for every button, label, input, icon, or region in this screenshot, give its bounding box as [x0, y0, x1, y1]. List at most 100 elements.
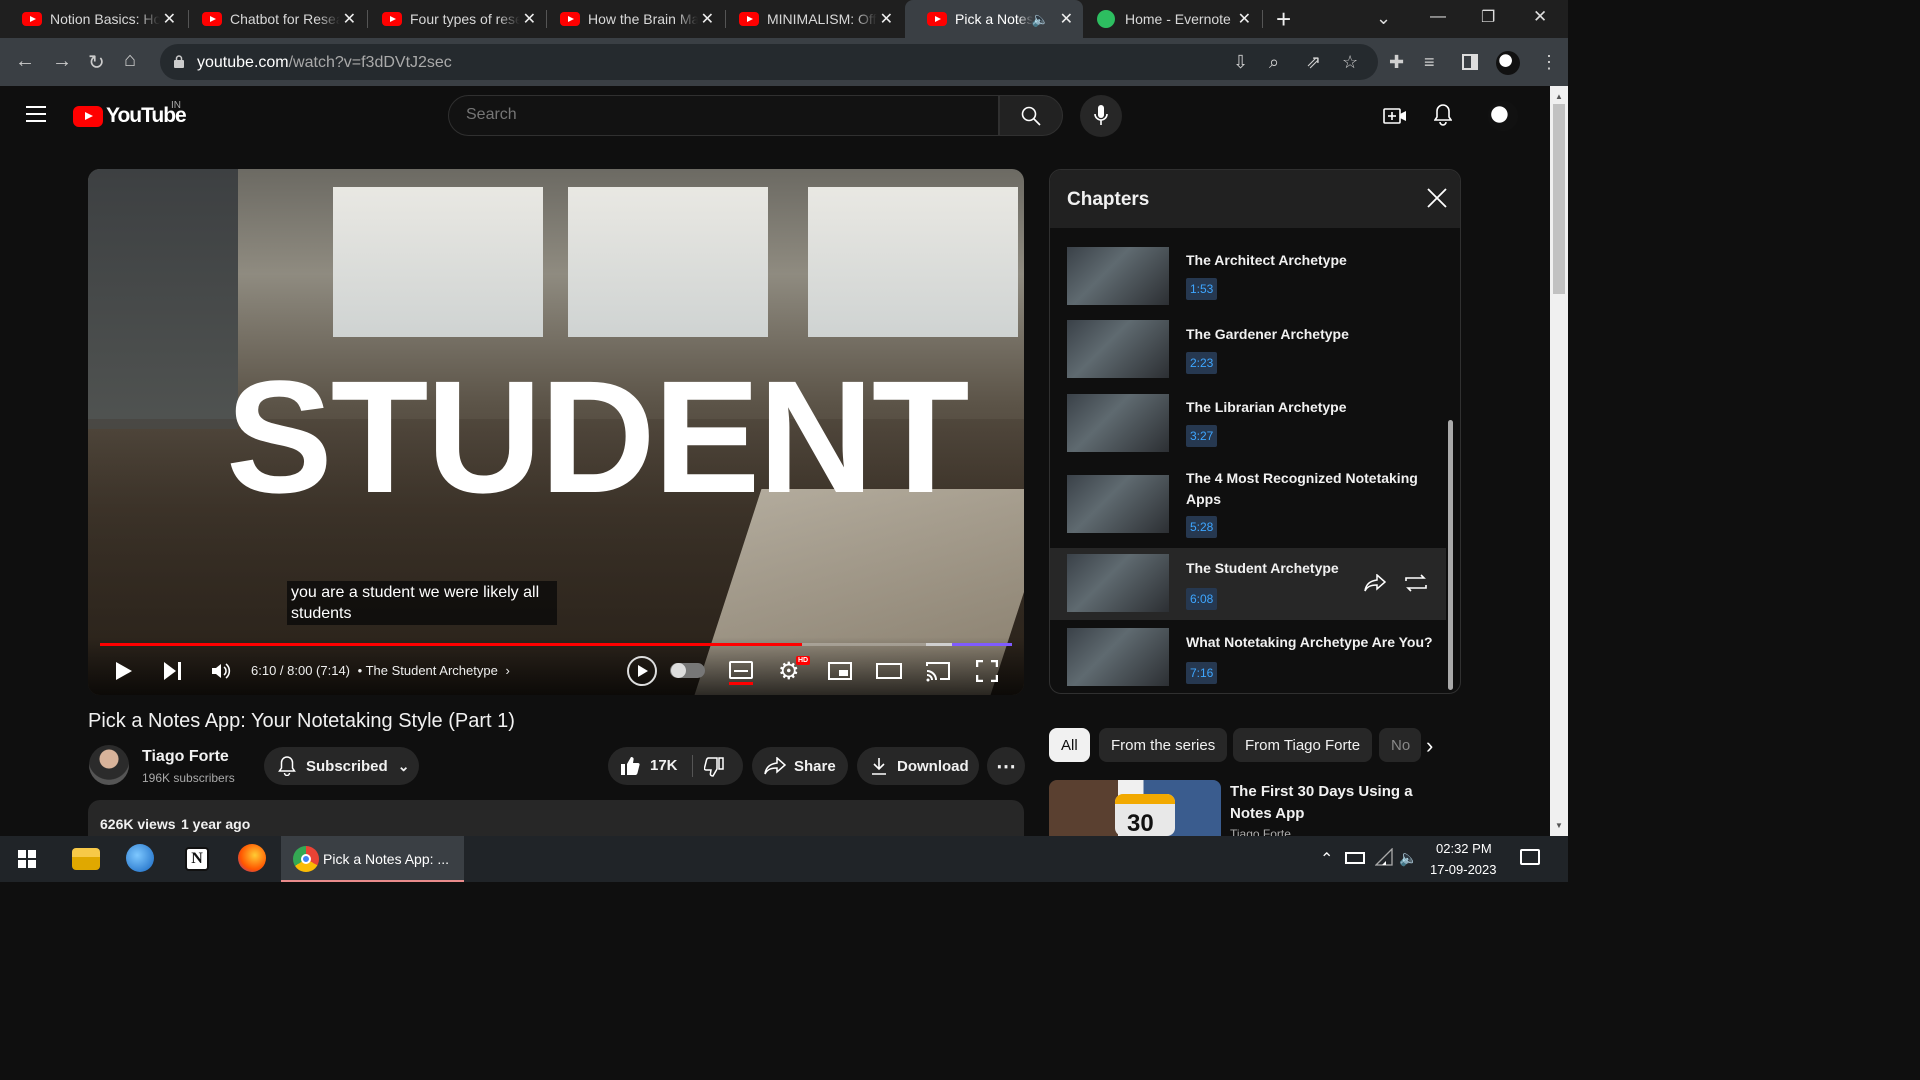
browser-tab[interactable]: Home - Evernote ✕ [1083, 0, 1261, 38]
more-actions-button[interactable]: ⋯ [987, 747, 1025, 785]
restore-window-button[interactable]: ❐ [1481, 7, 1495, 27]
hamburger-menu-icon[interactable] [26, 106, 46, 122]
install-app-icon[interactable]: ⇩ [1233, 52, 1248, 73]
theater-mode-icon[interactable] [876, 663, 902, 679]
chip-all[interactable]: All [1049, 728, 1090, 762]
related-thumbnail[interactable]: 30 [1049, 780, 1221, 836]
voice-search-button[interactable] [1080, 95, 1122, 137]
current-chapter-button[interactable]: • The Student Archetype [358, 663, 498, 678]
related-video-title[interactable]: The First 30 Days Using a Notes App [1230, 781, 1430, 825]
miniplayer-icon[interactable] [828, 662, 852, 680]
clock-date[interactable]: 17-09-2023 [1430, 862, 1497, 877]
speaker-audio-icon[interactable]: 🔈 [1032, 11, 1049, 28]
volume-speaker-icon[interactable]: 🔈 [1399, 849, 1418, 867]
chip-from-channel[interactable]: From Tiago Forte [1233, 728, 1373, 762]
minimize-window-button[interactable]: — [1430, 8, 1446, 26]
chip-truncated[interactable]: No [1379, 728, 1421, 762]
like-count[interactable]: 17K [650, 757, 678, 774]
scroll-down-arrow-icon[interactable]: ▼ [1555, 821, 1563, 830]
chrome-menu-icon[interactable]: ⋮ [1540, 52, 1558, 73]
chapter-item[interactable]: The 4 Most Recognized Notetaking Apps 5:… [1050, 465, 1446, 545]
cloud-app-icon[interactable] [126, 844, 154, 872]
clock-time[interactable]: 02:32 PM [1436, 841, 1492, 856]
notifications-chat-icon[interactable] [1520, 849, 1540, 865]
bookmark-star-icon[interactable]: ☆ [1342, 52, 1358, 73]
close-window-button[interactable]: ✕ [1533, 7, 1547, 27]
media-queue-icon[interactable]: ≡ [1424, 52, 1435, 73]
channel-avatar[interactable] [89, 745, 129, 785]
back-arrow-icon[interactable]: ← [15, 50, 35, 73]
file-explorer-icon[interactable] [72, 848, 100, 870]
profile-avatar[interactable] [1496, 51, 1520, 75]
reload-icon[interactable]: ↻ [88, 50, 105, 75]
page-scroll-thumb[interactable] [1553, 104, 1565, 294]
notifications-bell-icon[interactable] [1433, 104, 1453, 131]
chapters-scrollbar[interactable] [1448, 420, 1453, 690]
chapter-item[interactable]: The Librarian Archetype 3:27 [1050, 388, 1446, 460]
close-tab-icon[interactable]: ✕ [1060, 9, 1073, 29]
close-tab-icon[interactable]: ✕ [163, 9, 176, 29]
autoplay-toggle[interactable] [670, 663, 705, 678]
loop-chapter-icon[interactable] [1404, 574, 1428, 597]
chapter-item[interactable]: The Architect Archetype 1:53 [1050, 241, 1446, 313]
share-button[interactable]: Share [752, 747, 848, 785]
chapter-timestamp[interactable]: 3:27 [1186, 425, 1218, 447]
play-icon[interactable] [116, 662, 132, 680]
close-tab-icon[interactable]: ✕ [880, 9, 893, 29]
subscribed-button[interactable]: Subscribed ⌄ [264, 747, 419, 785]
close-tab-icon[interactable]: ✕ [523, 9, 536, 29]
subtitles-cc-icon[interactable] [729, 661, 753, 679]
chapter-timestamp[interactable]: 1:53 [1186, 278, 1218, 300]
description-box[interactable]: 626K views 1 year ago [88, 800, 1024, 840]
like-thumb-icon[interactable] [620, 756, 640, 780]
chapter-timestamp[interactable]: 6:08 [1186, 588, 1218, 610]
share-chapter-icon[interactable] [1364, 573, 1387, 597]
progress-bar[interactable] [100, 643, 1012, 646]
show-hidden-icons-chevron-icon[interactable]: ⌃ [1320, 849, 1333, 869]
home-icon[interactable]: ⌂ [124, 49, 136, 72]
create-video-icon[interactable] [1383, 106, 1407, 131]
wifi-icon[interactable] [1374, 847, 1393, 871]
close-tab-icon[interactable]: ✕ [343, 9, 356, 29]
fullscreen-icon[interactable] [975, 659, 999, 687]
close-tab-icon[interactable]: ✕ [1238, 9, 1251, 29]
search-button[interactable] [999, 95, 1063, 136]
chapter-timestamp[interactable]: 2:23 [1186, 352, 1218, 374]
taskbar-chrome-window[interactable]: Pick a Notes App: ... [281, 836, 464, 882]
chapter-timestamp[interactable]: 5:28 [1186, 516, 1218, 538]
browser-tab[interactable]: Chatbot for Resea ✕ [180, 0, 366, 38]
sponsorblock-shield-icon[interactable] [627, 656, 657, 686]
zoom-icon[interactable]: ⌕ [1269, 52, 1279, 73]
browser-tab[interactable]: How the Brain Ma ✕ [538, 0, 724, 38]
side-panel-icon[interactable] [1462, 54, 1478, 70]
battery-icon[interactable] [1345, 852, 1365, 864]
channel-name[interactable]: Tiago Forte [142, 748, 229, 766]
scroll-up-arrow-icon[interactable]: ▲ [1555, 92, 1563, 101]
extensions-puzzle-icon[interactable]: ✚ [1389, 52, 1404, 73]
chips-next-chevron-icon[interactable]: › [1426, 733, 1433, 759]
chapter-item-active[interactable]: The Student Archetype 6:08 [1050, 548, 1446, 620]
browser-tab-active[interactable]: Pick a Notes A 🔈 ✕ [905, 0, 1083, 38]
forward-arrow-icon[interactable]: → [52, 50, 72, 73]
chip-from-series[interactable]: From the series [1099, 728, 1228, 762]
notion-app-icon[interactable]: N [185, 847, 209, 871]
page-scrollbar[interactable]: ▲ ▼ [1550, 86, 1568, 836]
close-chapters-icon[interactable] [1426, 187, 1448, 214]
next-video-icon[interactable] [164, 662, 182, 685]
share-page-icon[interactable]: ⇗ [1306, 52, 1321, 73]
volume-icon[interactable] [210, 660, 232, 687]
chevron-right-icon[interactable]: › [505, 663, 509, 678]
browser-tab[interactable]: MINIMALISM: Off ✕ [717, 0, 903, 38]
chapter-item[interactable]: The Gardener Archetype 2:23 [1050, 314, 1446, 386]
url-text[interactable]: youtube.com/watch?v=f3dDVtJ2sec [197, 54, 452, 72]
dislike-thumb-icon[interactable] [703, 757, 724, 781]
search-input[interactable] [466, 106, 966, 124]
cast-icon[interactable] [925, 660, 951, 687]
firefox-icon[interactable] [238, 844, 266, 872]
download-button[interactable]: Download [857, 747, 979, 785]
lock-icon[interactable] [174, 55, 184, 68]
youtube-logo-icon[interactable] [73, 106, 103, 127]
chapter-timestamp[interactable]: 7:16 [1186, 662, 1218, 684]
new-tab-button[interactable]: + [1276, 4, 1291, 35]
related-video-channel[interactable]: Tiago Forte [1230, 827, 1291, 836]
